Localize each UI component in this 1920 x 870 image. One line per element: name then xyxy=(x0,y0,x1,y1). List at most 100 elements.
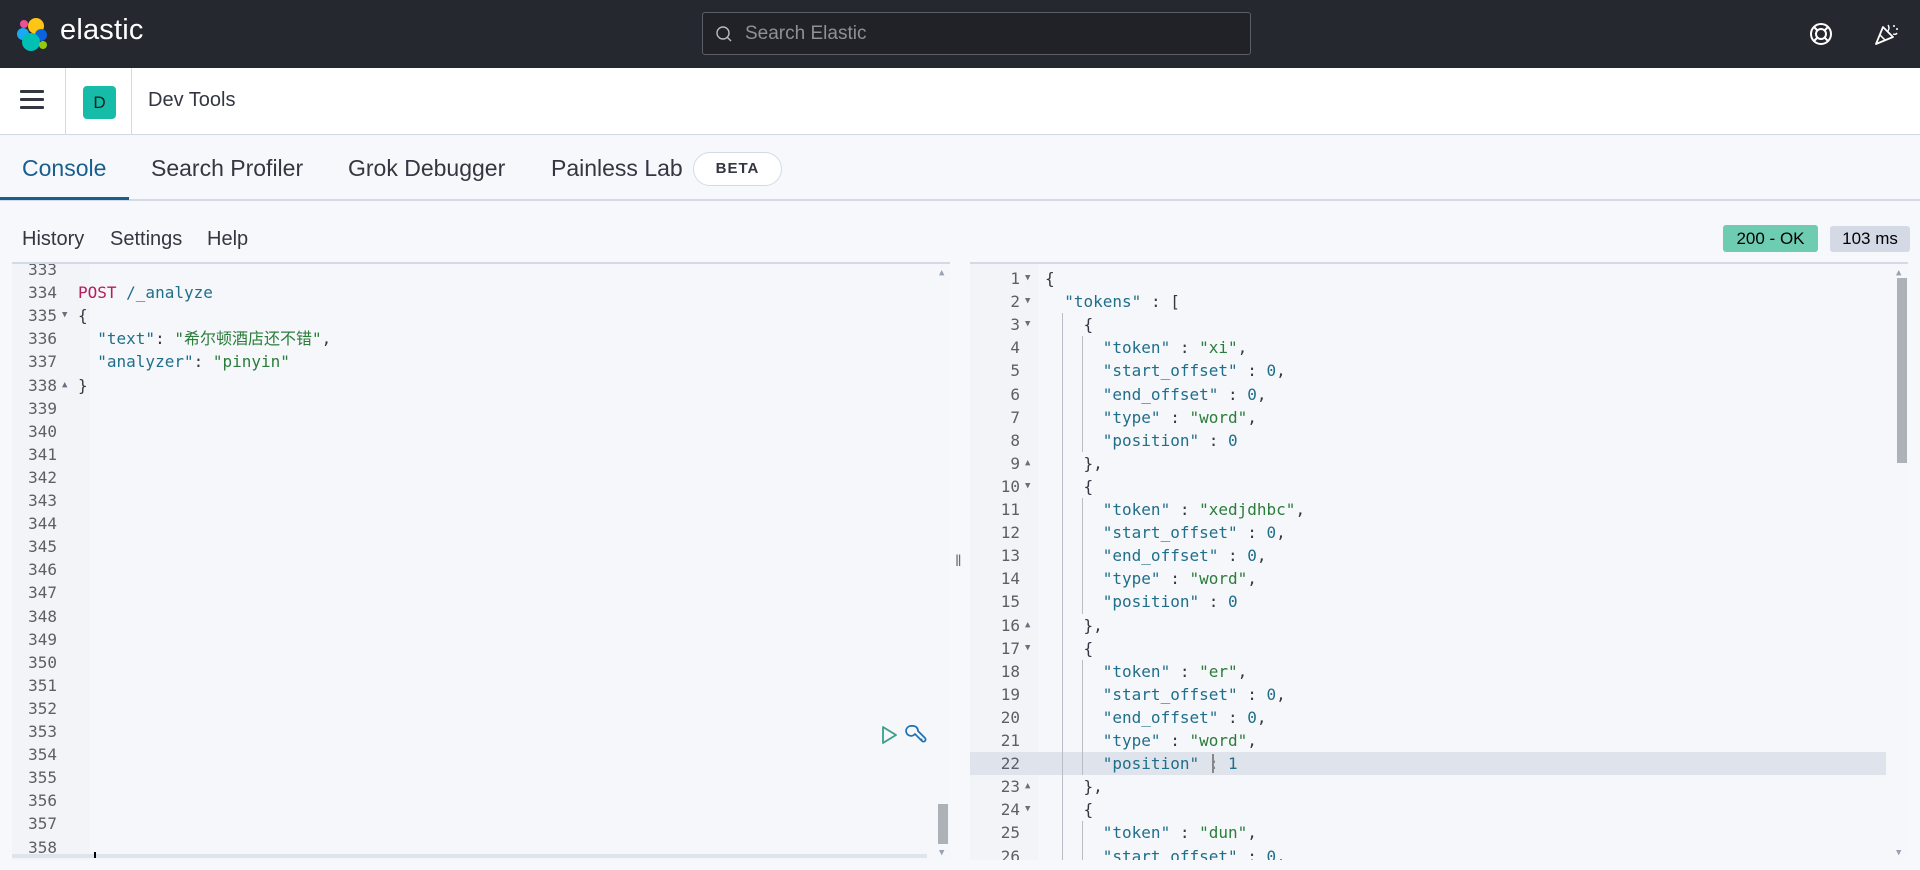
code-line[interactable]: 353 xyxy=(12,720,950,743)
scroll-up-arrow[interactable]: ▲ xyxy=(939,268,944,278)
code-line[interactable]: 19 "start_offset" : 0, xyxy=(970,683,1908,706)
json-number: 0 xyxy=(1247,707,1257,727)
code-line[interactable]: 24 ▼ { xyxy=(970,798,1908,821)
code-line[interactable]: 352 xyxy=(12,697,950,720)
fold-collapse-icon[interactable]: ▼ xyxy=(1025,267,1030,290)
code-line[interactable]: 6 "end_offset" : 0, xyxy=(970,383,1908,406)
code-line[interactable]: 17 ▼ { xyxy=(970,637,1908,660)
code-line[interactable]: 1 ▼ { xyxy=(970,267,1908,290)
code-text: }, xyxy=(1084,452,1103,475)
code-line[interactable]: 343 xyxy=(12,489,950,512)
code-text: "type" : "word", xyxy=(1103,406,1257,429)
code-line[interactable]: 341 xyxy=(12,443,950,466)
code-line[interactable]: 338 ▲} xyxy=(12,374,950,397)
code-line[interactable]: 344 xyxy=(12,512,950,535)
help-lifebuoy-icon[interactable] xyxy=(1808,21,1834,47)
elastic-logo-icon[interactable] xyxy=(16,16,50,52)
code-line[interactable]: 20 "end_offset" : 0, xyxy=(970,706,1908,729)
code-line[interactable]: 9 ▲}, xyxy=(970,452,1908,475)
resize-handle-icon[interactable]: ‖ xyxy=(955,553,962,571)
space-avatar[interactable]: D xyxy=(83,86,116,119)
code-line[interactable]: 356 xyxy=(12,789,950,812)
code-line[interactable]: 7 "type" : "word", xyxy=(970,406,1908,429)
code-line[interactable]: 16 ▲}, xyxy=(970,614,1908,637)
code-line[interactable]: 5 "start_offset" : 0, xyxy=(970,359,1908,382)
request-horizontal-scrollbar[interactable] xyxy=(12,854,927,858)
fold-collapse-icon[interactable]: ▼ xyxy=(1025,475,1030,498)
settings-button[interactable]: Settings xyxy=(110,228,182,251)
fold-collapse-icon[interactable]: ▼ xyxy=(1025,637,1030,660)
code-line[interactable]: 347 xyxy=(12,581,950,604)
tab-console[interactable]: Console xyxy=(22,155,106,182)
fold-expand-icon[interactable]: ▲ xyxy=(1025,614,1030,637)
code-line[interactable]: 354 xyxy=(12,743,950,766)
code-line[interactable]: 336 "text": "希尔顿酒店还不错", xyxy=(12,327,950,350)
code-line[interactable]: 8 "position" : 0 xyxy=(970,429,1908,452)
indent-guide xyxy=(1081,498,1083,614)
tab-grok-debugger[interactable]: Grok Debugger xyxy=(348,155,505,182)
json-separator: : xyxy=(1237,361,1267,381)
code-line[interactable]: 22 "position" : 1 xyxy=(970,752,1908,775)
line-number: 7 xyxy=(1010,407,1020,427)
code-line[interactable]: 357 xyxy=(12,812,950,835)
code-line[interactable]: 18 "token" : "er", xyxy=(970,660,1908,683)
json-number: 0 xyxy=(1266,523,1277,543)
code-line[interactable]: 13 "end_offset" : 0, xyxy=(970,544,1908,567)
scroll-up-arrow[interactable]: ▲ xyxy=(1896,268,1901,278)
code-line[interactable]: 12 "start_offset" : 0, xyxy=(970,521,1908,544)
code-line[interactable]: 10 ▼ { xyxy=(970,475,1908,498)
code-line[interactable]: 2 ▼ "tokens" : [ xyxy=(970,290,1908,313)
code-line[interactable]: 26 "start_offset" : 0, xyxy=(970,845,1908,861)
json-key: "end_offset" xyxy=(1102,707,1219,727)
scroll-down-arrow[interactable]: ▼ xyxy=(939,848,944,858)
code-line[interactable]: 333 xyxy=(12,264,950,281)
fold-collapse-icon[interactable]: ▼ xyxy=(62,304,67,327)
code-line[interactable]: 23 ▲}, xyxy=(970,775,1908,798)
fold-expand-icon[interactable]: ▲ xyxy=(62,374,67,397)
brand-name[interactable]: elastic xyxy=(60,14,144,47)
code-line[interactable]: 15 "position" : 0 xyxy=(970,590,1908,613)
code-text: "type" : "word", xyxy=(1103,729,1257,752)
help-button[interactable]: Help xyxy=(207,228,248,251)
fold-expand-icon[interactable]: ▲ xyxy=(1025,452,1030,475)
code-line[interactable]: 350 xyxy=(12,651,950,674)
code-line[interactable]: 334 POST /_analyze xyxy=(12,281,950,304)
code-line[interactable]: 11 "token" : "xedjdhbc", xyxy=(970,498,1908,521)
fold-collapse-icon[interactable]: ▼ xyxy=(1025,313,1030,336)
code-line[interactable]: 4 "token" : "xi", xyxy=(970,336,1908,359)
tab-painless-lab[interactable]: Painless Lab xyxy=(551,155,683,182)
code-line[interactable]: 339 xyxy=(12,397,950,420)
code-line[interactable]: 337 "analyzer": "pinyin" xyxy=(12,350,950,373)
code-line[interactable]: 342 xyxy=(12,466,950,489)
code-line[interactable]: 345 xyxy=(12,535,950,558)
code-line[interactable]: 25 "token" : "dun", xyxy=(970,821,1908,844)
request-editor[interactable]: 333 334 POST /_analyze 335 ▼{336 "text": "希尔… xyxy=(12,262,950,860)
tab-search-profiler[interactable]: Search Profiler xyxy=(151,155,303,182)
global-search[interactable] xyxy=(702,12,1251,55)
code-text: }, xyxy=(1084,775,1103,798)
code-line[interactable]: 21 "type" : "word", xyxy=(970,729,1908,752)
request-vertical-scrollbar[interactable] xyxy=(938,804,948,844)
code-line[interactable]: 346 xyxy=(12,558,950,581)
code-line[interactable]: 340 xyxy=(12,420,950,443)
fold-collapse-icon[interactable]: ▼ xyxy=(1025,798,1030,821)
code-line[interactable]: 335 ▼ { xyxy=(12,304,950,327)
history-button[interactable]: History xyxy=(22,228,84,251)
menu-toggle-button[interactable] xyxy=(20,90,44,112)
response-editor[interactable]: 1 ▼{2 ▼ "tokens" : [3 ▼{4 "token" : "xi", 5 "st… xyxy=(970,262,1908,860)
code-line[interactable]: 351 xyxy=(12,674,950,697)
code-line[interactable]: 355 xyxy=(12,766,950,789)
fold-collapse-icon[interactable]: ▼ xyxy=(1025,290,1030,313)
code-line[interactable]: 14 "type" : "word", xyxy=(970,567,1908,590)
response-vertical-scrollbar[interactable] xyxy=(1897,278,1907,463)
json-string: "xedjdhbc" xyxy=(1199,500,1296,519)
send-request-play-icon[interactable] xyxy=(878,724,900,746)
search-input[interactable] xyxy=(745,13,1235,54)
fold-expand-icon[interactable]: ▲ xyxy=(1025,775,1030,798)
wrench-settings-icon[interactable] xyxy=(905,724,927,746)
newsfeed-party-icon[interactable] xyxy=(1873,21,1899,47)
code-line[interactable]: 349 xyxy=(12,628,950,651)
code-line[interactable]: 348 xyxy=(12,605,950,628)
scroll-down-arrow[interactable]: ▼ xyxy=(1896,848,1901,858)
code-line[interactable]: 3 ▼ { xyxy=(970,313,1908,336)
